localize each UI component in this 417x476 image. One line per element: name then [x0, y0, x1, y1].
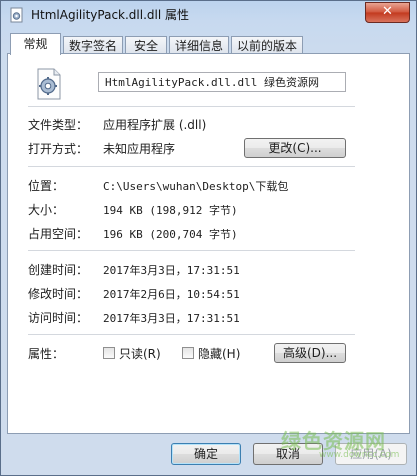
readonly-checkbox[interactable] — [103, 347, 115, 359]
size-on-disk-value: 196 KB (200,704 字节) — [103, 228, 238, 241]
divider — [28, 334, 355, 335]
tab-previous-versions-label: 以前的版本 — [236, 39, 297, 53]
hidden-checkbox[interactable] — [182, 347, 194, 359]
watermark-url: www.downcc.com — [319, 450, 400, 460]
file-name-input[interactable]: HtmlAgilityPack.dll.dll 绿色资源网 — [98, 72, 346, 92]
file-type-label: 文件类型： — [28, 118, 89, 132]
ok-button[interactable]: 确定 — [171, 443, 241, 465]
close-button[interactable]: ✕ — [365, 2, 410, 23]
gear-file-icon — [37, 68, 61, 100]
properties-window: HtmlAgilityPack.dll.dll 属性 ✕ 常规 数字签名 安全 … — [0, 0, 417, 476]
accessed-value: 2017年3月3日，17:31:51 — [103, 312, 240, 325]
created-value: 2017年3月3日，17:31:51 — [103, 264, 240, 277]
created-label: 创建时间： — [28, 263, 89, 277]
tab-security-label: 安全 — [133, 39, 158, 53]
general-panel: HtmlAgilityPack.dll.dll 绿色资源网 文件类型： 应用程序… — [7, 53, 410, 434]
file-type-value: 应用程序扩展 (.dll) — [103, 118, 207, 132]
tab-digital-signature-label: 数字签名 — [68, 39, 117, 53]
readonly-label[interactable]: 只读(R) — [119, 345, 161, 362]
tab-previous-versions[interactable]: 以前的版本 — [231, 36, 303, 54]
divider — [28, 166, 355, 167]
file-name-value: HtmlAgilityPack.dll.dll 绿色资源网 — [105, 76, 319, 89]
tab-general[interactable]: 常规 — [10, 33, 61, 55]
change-button[interactable]: 更改(C)... — [244, 138, 346, 158]
divider — [28, 106, 355, 107]
location-label: 位置： — [28, 179, 65, 193]
size-label: 大小： — [28, 203, 65, 217]
tab-details[interactable]: 详细信息 — [169, 36, 229, 54]
title-bar[interactable]: HtmlAgilityPack.dll.dll 属性 ✕ — [1, 1, 416, 29]
accessed-label: 访问时间： — [28, 311, 89, 325]
modified-value: 2017年2月6日，10:54:51 — [103, 288, 240, 301]
open-with-label: 打开方式： — [28, 142, 89, 156]
hidden-label[interactable]: 隐藏(H) — [198, 345, 240, 362]
size-on-disk-label: 占用空间： — [28, 227, 89, 241]
modified-label: 修改时间： — [28, 287, 89, 301]
divider — [28, 250, 355, 251]
attributes-label: 属性： — [28, 347, 65, 361]
tab-details-label: 详细信息 — [174, 39, 223, 53]
advanced-button[interactable]: 高级(D)... — [274, 343, 346, 363]
location-value: C:\Users\wuhan\Desktop\下载包 — [103, 180, 289, 193]
size-value: 194 KB (198,912 字节) — [103, 204, 238, 217]
window-title: HtmlAgilityPack.dll.dll 属性 — [31, 8, 189, 22]
close-icon: ✕ — [382, 4, 393, 19]
tab-general-label: 常规 — [23, 37, 48, 51]
tab-security[interactable]: 安全 — [125, 36, 167, 54]
tab-digital-signature[interactable]: 数字签名 — [63, 36, 123, 54]
dll-file-icon — [10, 7, 23, 23]
open-with-value: 未知应用程序 — [103, 142, 176, 156]
